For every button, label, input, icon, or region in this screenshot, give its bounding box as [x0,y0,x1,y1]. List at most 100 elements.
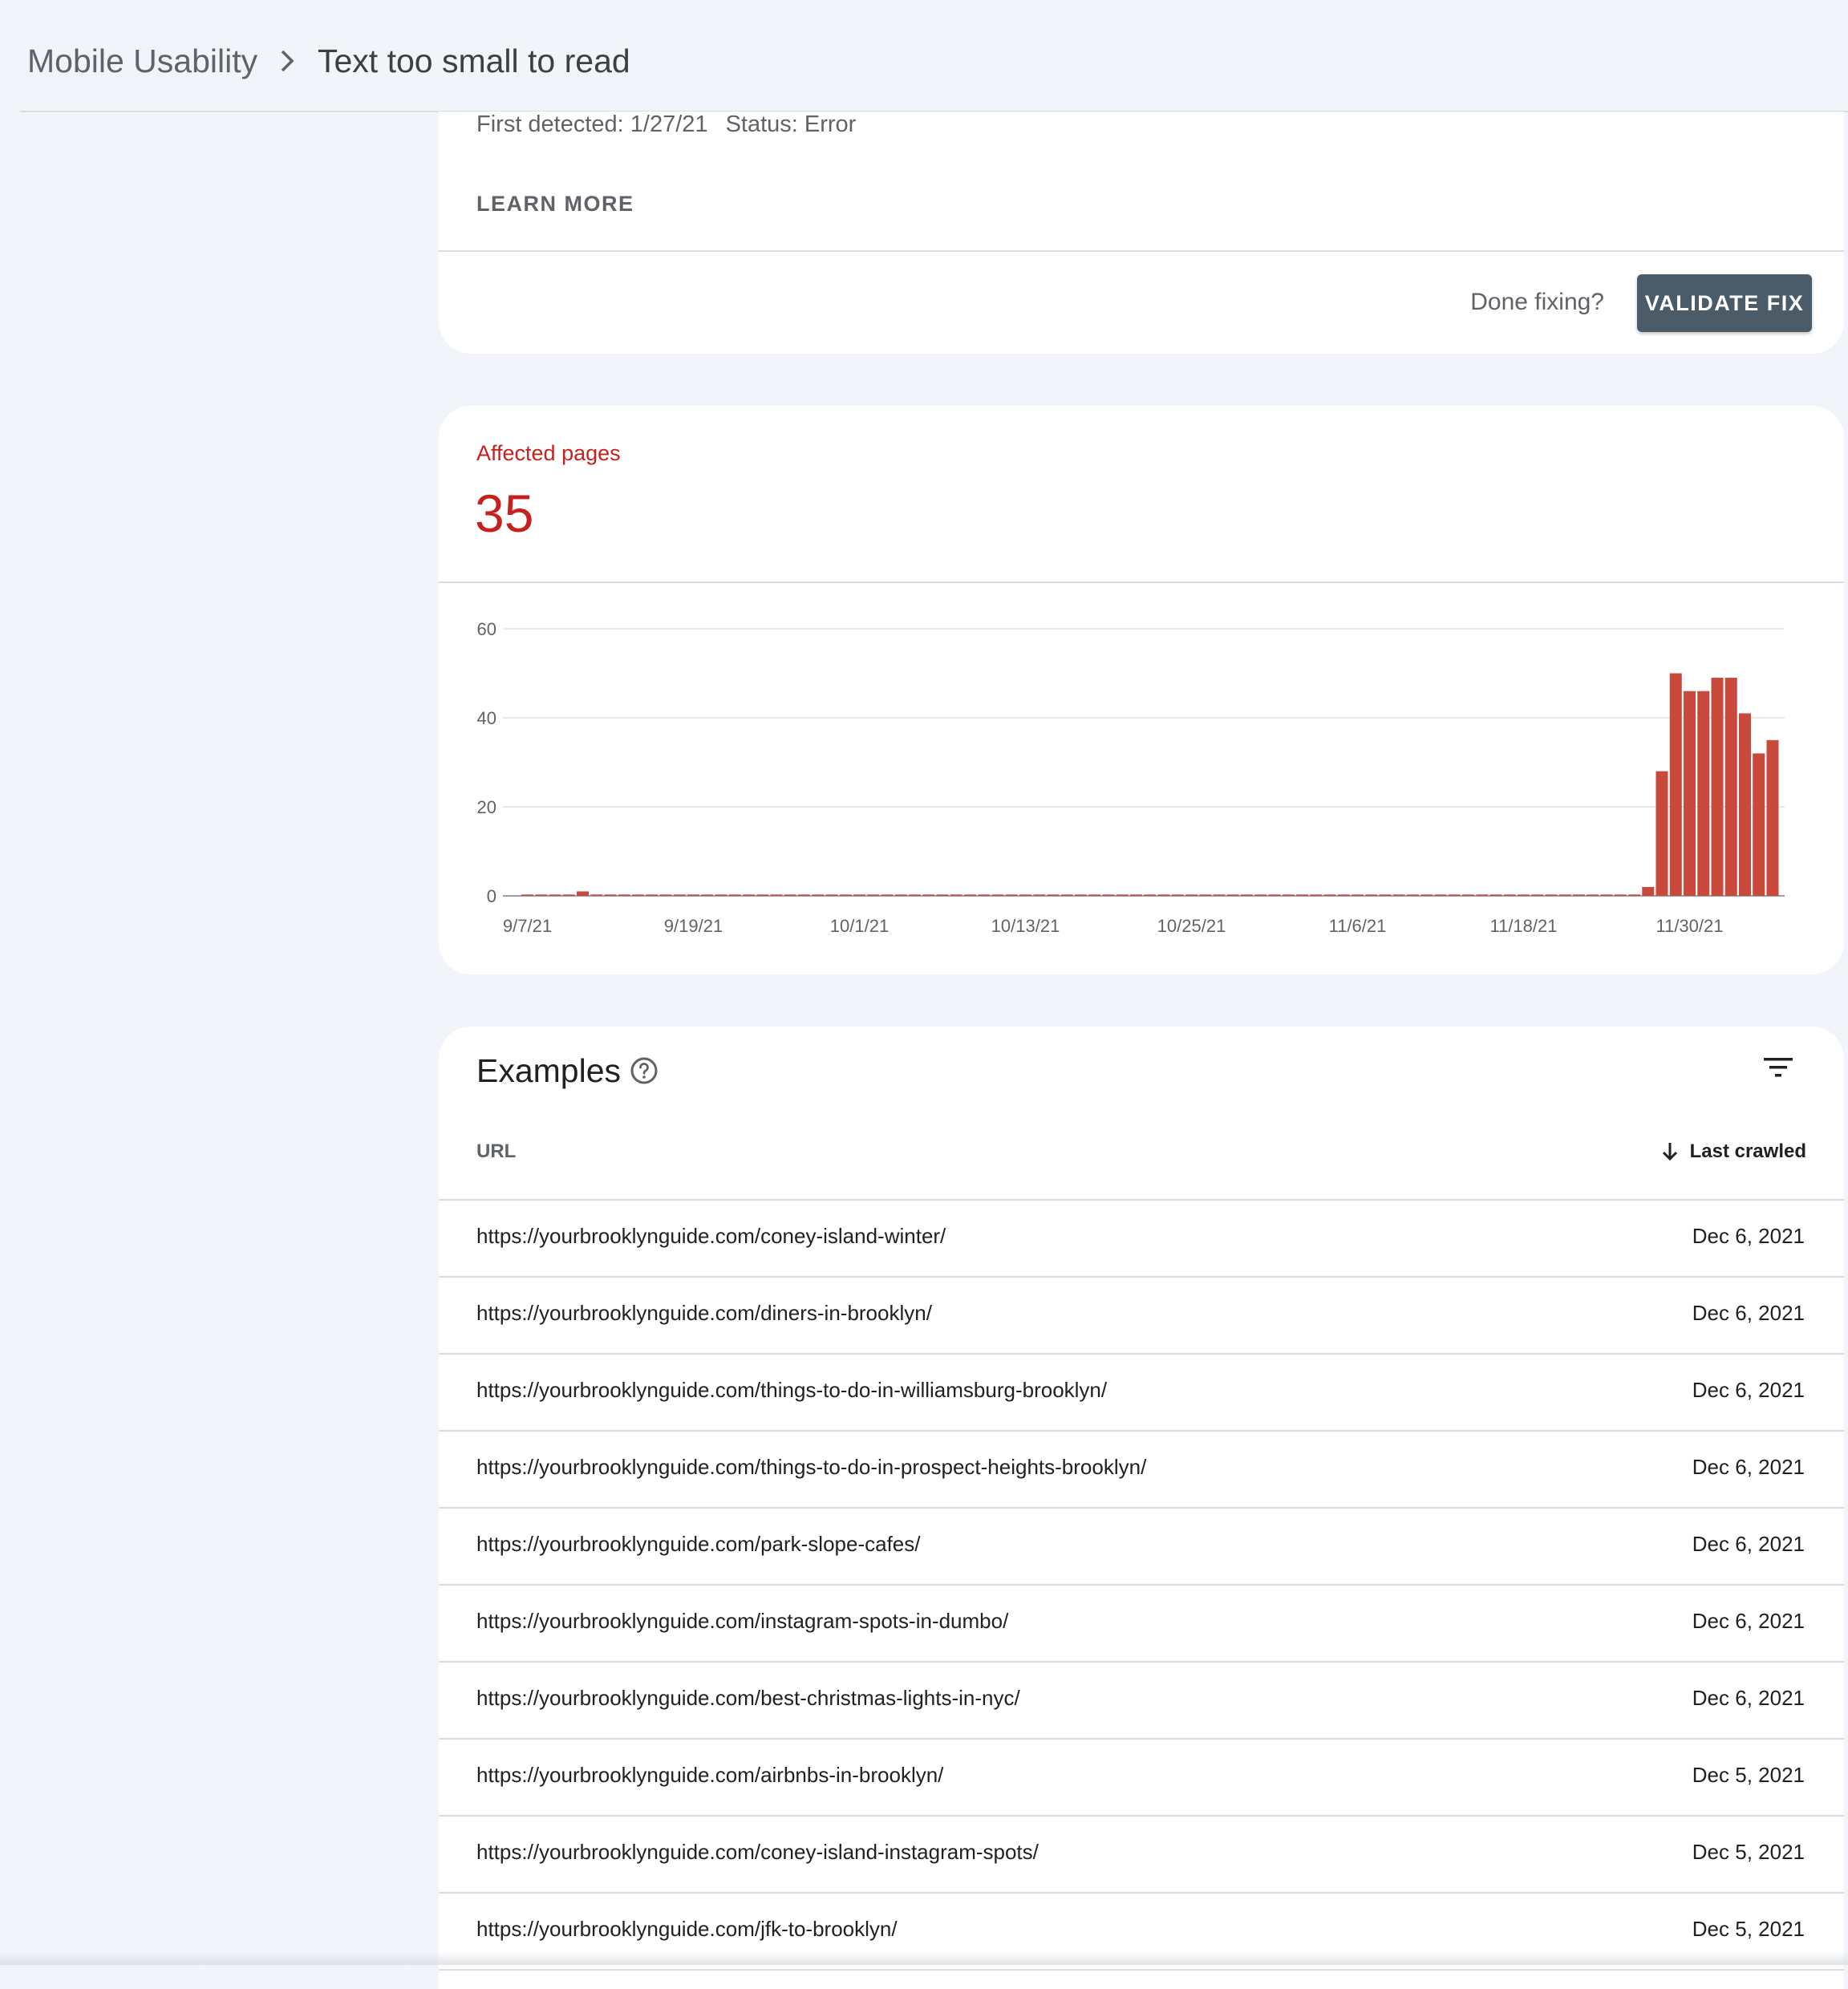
chart-bar[interactable] [1227,894,1239,896]
chart-bar[interactable] [535,894,547,896]
chart-bar[interactable] [881,894,894,896]
chart-bar[interactable] [1546,894,1558,896]
chart-bar[interactable] [1518,894,1530,896]
chart-bar[interactable] [756,894,768,896]
chart-bar[interactable] [771,894,783,896]
chart-bar[interactable] [1254,894,1266,896]
chart-bar[interactable] [1116,894,1129,896]
help-icon[interactable] [630,1056,659,1085]
chart-bar[interactable] [922,894,934,896]
chart-bar[interactable] [1033,894,1045,896]
chart-bar[interactable] [1435,894,1447,896]
table-row[interactable]: https://yourbrooklynguide.com/airbnbs-in… [439,1740,1844,1817]
chart-bar[interactable] [1504,894,1516,896]
chart-bar[interactable] [1449,894,1461,896]
chart-bar[interactable] [1420,894,1433,896]
chart-bar[interactable] [1048,894,1060,896]
chart-bar[interactable] [1490,894,1502,896]
breadcrumb-mobile-usability[interactable]: Mobile Usability [27,37,257,85]
chart-bar[interactable] [1075,894,1087,896]
chart-bar[interactable] [1739,713,1751,896]
chart-bar[interactable] [867,894,879,896]
chart-bar[interactable] [1283,894,1295,896]
chart-bar[interactable] [978,894,990,896]
chart-bar[interactable] [1158,894,1170,896]
chart-bar[interactable] [1241,894,1253,896]
chart-bar[interactable] [1615,894,1627,896]
table-row[interactable]: https://yourbrooklynguide.com/things-to-… [439,1355,1844,1432]
chart-bar[interactable] [701,894,713,896]
chart-bar[interactable] [840,894,852,896]
chart-bar[interactable] [1462,894,1474,896]
chart-bar[interactable] [632,894,644,896]
chart-bar[interactable] [1144,894,1156,896]
chart-bar[interactable] [1642,887,1654,896]
chart-bar[interactable] [1393,894,1405,896]
chart-bar[interactable] [1573,894,1585,896]
chart-bar[interactable] [1601,894,1613,896]
chart-bar[interactable] [1338,894,1350,896]
chart-bar[interactable] [992,894,1004,896]
validate-fix-button[interactable]: VALIDATE FIX [1637,274,1812,332]
chart-bar[interactable] [687,894,699,896]
chart-bar[interactable] [1172,894,1184,896]
chart-bar[interactable] [1296,894,1308,896]
chart-bar[interactable] [549,894,561,896]
table-row[interactable]: https://yourbrooklynguide.com/coney-isla… [439,1817,1844,1894]
chart-bar[interactable] [1476,894,1488,896]
chart-bar[interactable] [577,891,589,896]
chart-bar[interactable] [784,894,796,896]
chart-bar[interactable] [1006,894,1018,896]
chart-bar[interactable] [1061,894,1073,896]
chart-bar[interactable] [1103,894,1115,896]
chart-bar[interactable] [1199,894,1211,896]
chart-bar[interactable] [1712,678,1724,896]
table-row[interactable]: https://yourbrooklynguide.com/instagram-… [439,1586,1844,1663]
chart-bar[interactable] [812,894,824,896]
chart-bar[interactable] [1767,740,1779,896]
chart-bar[interactable] [590,894,602,896]
table-row[interactable]: https://yourbrooklynguide.com/best-chris… [439,1663,1844,1740]
chart-bar[interactable] [1310,894,1322,896]
table-row[interactable]: https://yourbrooklynguide.com/diners-in-… [439,1278,1844,1355]
chart-bar[interactable] [950,894,962,896]
chart-bar[interactable] [743,894,755,896]
chart-bar[interactable] [909,894,921,896]
chart-bar[interactable] [826,894,838,896]
chart-bar[interactable] [1628,894,1640,896]
chart-bar[interactable] [1019,894,1031,896]
chart-bar[interactable] [1725,678,1737,896]
chart-bar[interactable] [1656,772,1668,896]
chart-bar[interactable] [1365,894,1377,896]
chart-bar[interactable] [605,894,617,896]
column-header-last-crawled[interactable]: Last crawled [1661,1140,1806,1163]
chart-bar[interactable] [1185,894,1198,896]
chart-bar[interactable] [1380,894,1392,896]
chart-bar[interactable] [563,894,575,896]
chart-bar[interactable] [1130,894,1142,896]
chart-bar[interactable] [729,894,741,896]
chart-bar[interactable] [937,894,949,896]
chart-bar[interactable] [895,894,907,896]
learn-more-link[interactable]: LEARN MORE [476,192,634,217]
chart-bar[interactable] [618,894,630,896]
chart-bar[interactable] [1559,894,1571,896]
table-row[interactable]: https://yourbrooklynguide.com/things-to-… [439,1432,1844,1509]
chart-bar[interactable] [964,894,976,896]
table-row[interactable]: https://yourbrooklynguide.com/park-slope… [439,1509,1844,1586]
chart-bar[interactable] [1088,894,1100,896]
chart-bar[interactable] [1352,894,1364,896]
chart-bar[interactable] [1269,894,1281,896]
chart-bar[interactable] [1753,753,1765,896]
table-row[interactable]: https://yourbrooklynguide.com/coney-isla… [439,1201,1844,1278]
chart-bar[interactable] [646,894,658,896]
chart-bar[interactable] [1214,894,1226,896]
chart-bar[interactable] [1684,691,1696,896]
chart-bar[interactable] [1697,691,1709,896]
chart-bar[interactable] [1324,894,1336,896]
chart-bar[interactable] [1587,894,1599,896]
chart-bar[interactable] [1670,674,1682,897]
chart-bar[interactable] [660,894,672,896]
filter-icon[interactable] [1761,1051,1795,1084]
chart-bar[interactable] [1407,894,1419,896]
